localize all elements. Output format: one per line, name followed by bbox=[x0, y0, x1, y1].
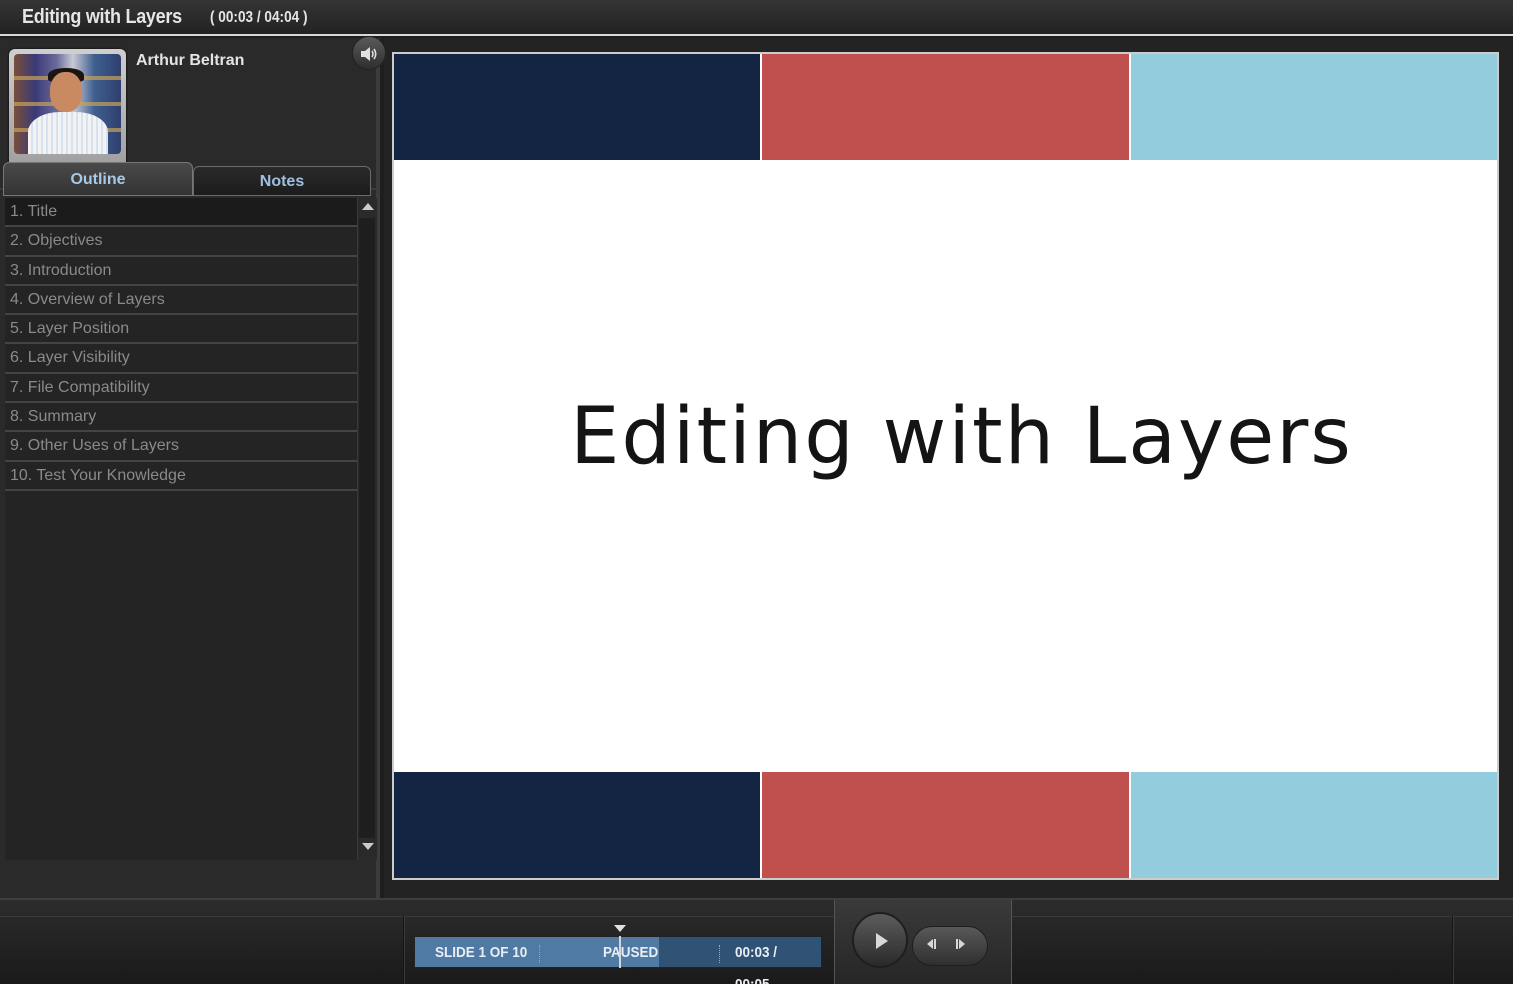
slide-title: Editing with Layers bbox=[570, 392, 1353, 482]
scroll-track[interactable] bbox=[359, 218, 375, 838]
band-block-lightblue bbox=[1128, 772, 1497, 878]
title-bar: Editing with Layers ( 00:03 / 04:04 ) bbox=[0, 0, 1513, 36]
outline-item-test-your-knowledge[interactable]: 10. Test Your Knowledge bbox=[5, 462, 357, 491]
playback-status: PAUSED bbox=[603, 944, 659, 961]
presenter-photo-frame bbox=[9, 49, 126, 179]
outline-item-summary[interactable]: 8. Summary bbox=[5, 403, 357, 433]
band-block-lightblue bbox=[1128, 54, 1497, 160]
tab-notes[interactable]: Notes bbox=[193, 166, 371, 196]
scroll-up-arrow-icon[interactable] bbox=[362, 203, 374, 210]
outline-item-objectives[interactable]: 2. Objectives bbox=[5, 227, 357, 257]
course-title: Editing with Layers bbox=[22, 6, 182, 28]
band-block-red bbox=[760, 772, 1129, 878]
outline-item-file-compatibility[interactable]: 7. File Compatibility bbox=[5, 374, 357, 404]
outline-item-overview-of-layers[interactable]: 4. Overview of Layers bbox=[5, 286, 357, 316]
band-block-navy bbox=[394, 772, 761, 878]
slide-time: 00:03 / 00:05 bbox=[735, 944, 778, 984]
scroll-down-arrow-icon[interactable] bbox=[362, 843, 374, 850]
outline-item-title[interactable]: 1. Title bbox=[5, 198, 357, 228]
previous-icon[interactable] bbox=[920, 936, 942, 956]
next-icon[interactable] bbox=[950, 936, 972, 956]
outline-scrollbar[interactable] bbox=[357, 198, 377, 860]
slide: Editing with Layers bbox=[392, 52, 1499, 880]
outline-item-other-uses-of-layers[interactable]: 9. Other Uses of Layers bbox=[5, 432, 357, 462]
sidebar-tabs: Outline Notes bbox=[3, 162, 373, 196]
outline-item-layer-position[interactable]: 5. Layer Position bbox=[5, 315, 357, 345]
outline-list: 1. Title 2. Objectives 3. Introduction 4… bbox=[5, 198, 357, 860]
playhead[interactable] bbox=[619, 936, 621, 968]
presenter-photo bbox=[14, 54, 121, 154]
slide-counter: SLIDE 1 OF 10 bbox=[435, 944, 528, 961]
outline-item-layer-visibility[interactable]: 6. Layer Visibility bbox=[5, 344, 357, 374]
band-block-navy bbox=[394, 54, 761, 160]
play-icon[interactable] bbox=[852, 912, 908, 968]
band-block-red bbox=[760, 54, 1129, 160]
slide-progress-bar[interactable]: SLIDE 1 OF 10 PAUSED 00:03 / 00:05 bbox=[414, 936, 822, 984]
outline-item-introduction[interactable]: 3. Introduction bbox=[5, 257, 357, 286]
speaker-icon[interactable] bbox=[352, 36, 386, 70]
playhead-marker-icon[interactable] bbox=[614, 925, 626, 932]
slide-bottom-band bbox=[394, 772, 1497, 878]
course-time: ( 00:03 / 04:04 ) bbox=[210, 9, 308, 26]
slide-top-band bbox=[394, 54, 1497, 160]
tab-outline[interactable]: Outline bbox=[3, 162, 193, 196]
presenter-name: Arthur Beltran bbox=[136, 52, 245, 69]
